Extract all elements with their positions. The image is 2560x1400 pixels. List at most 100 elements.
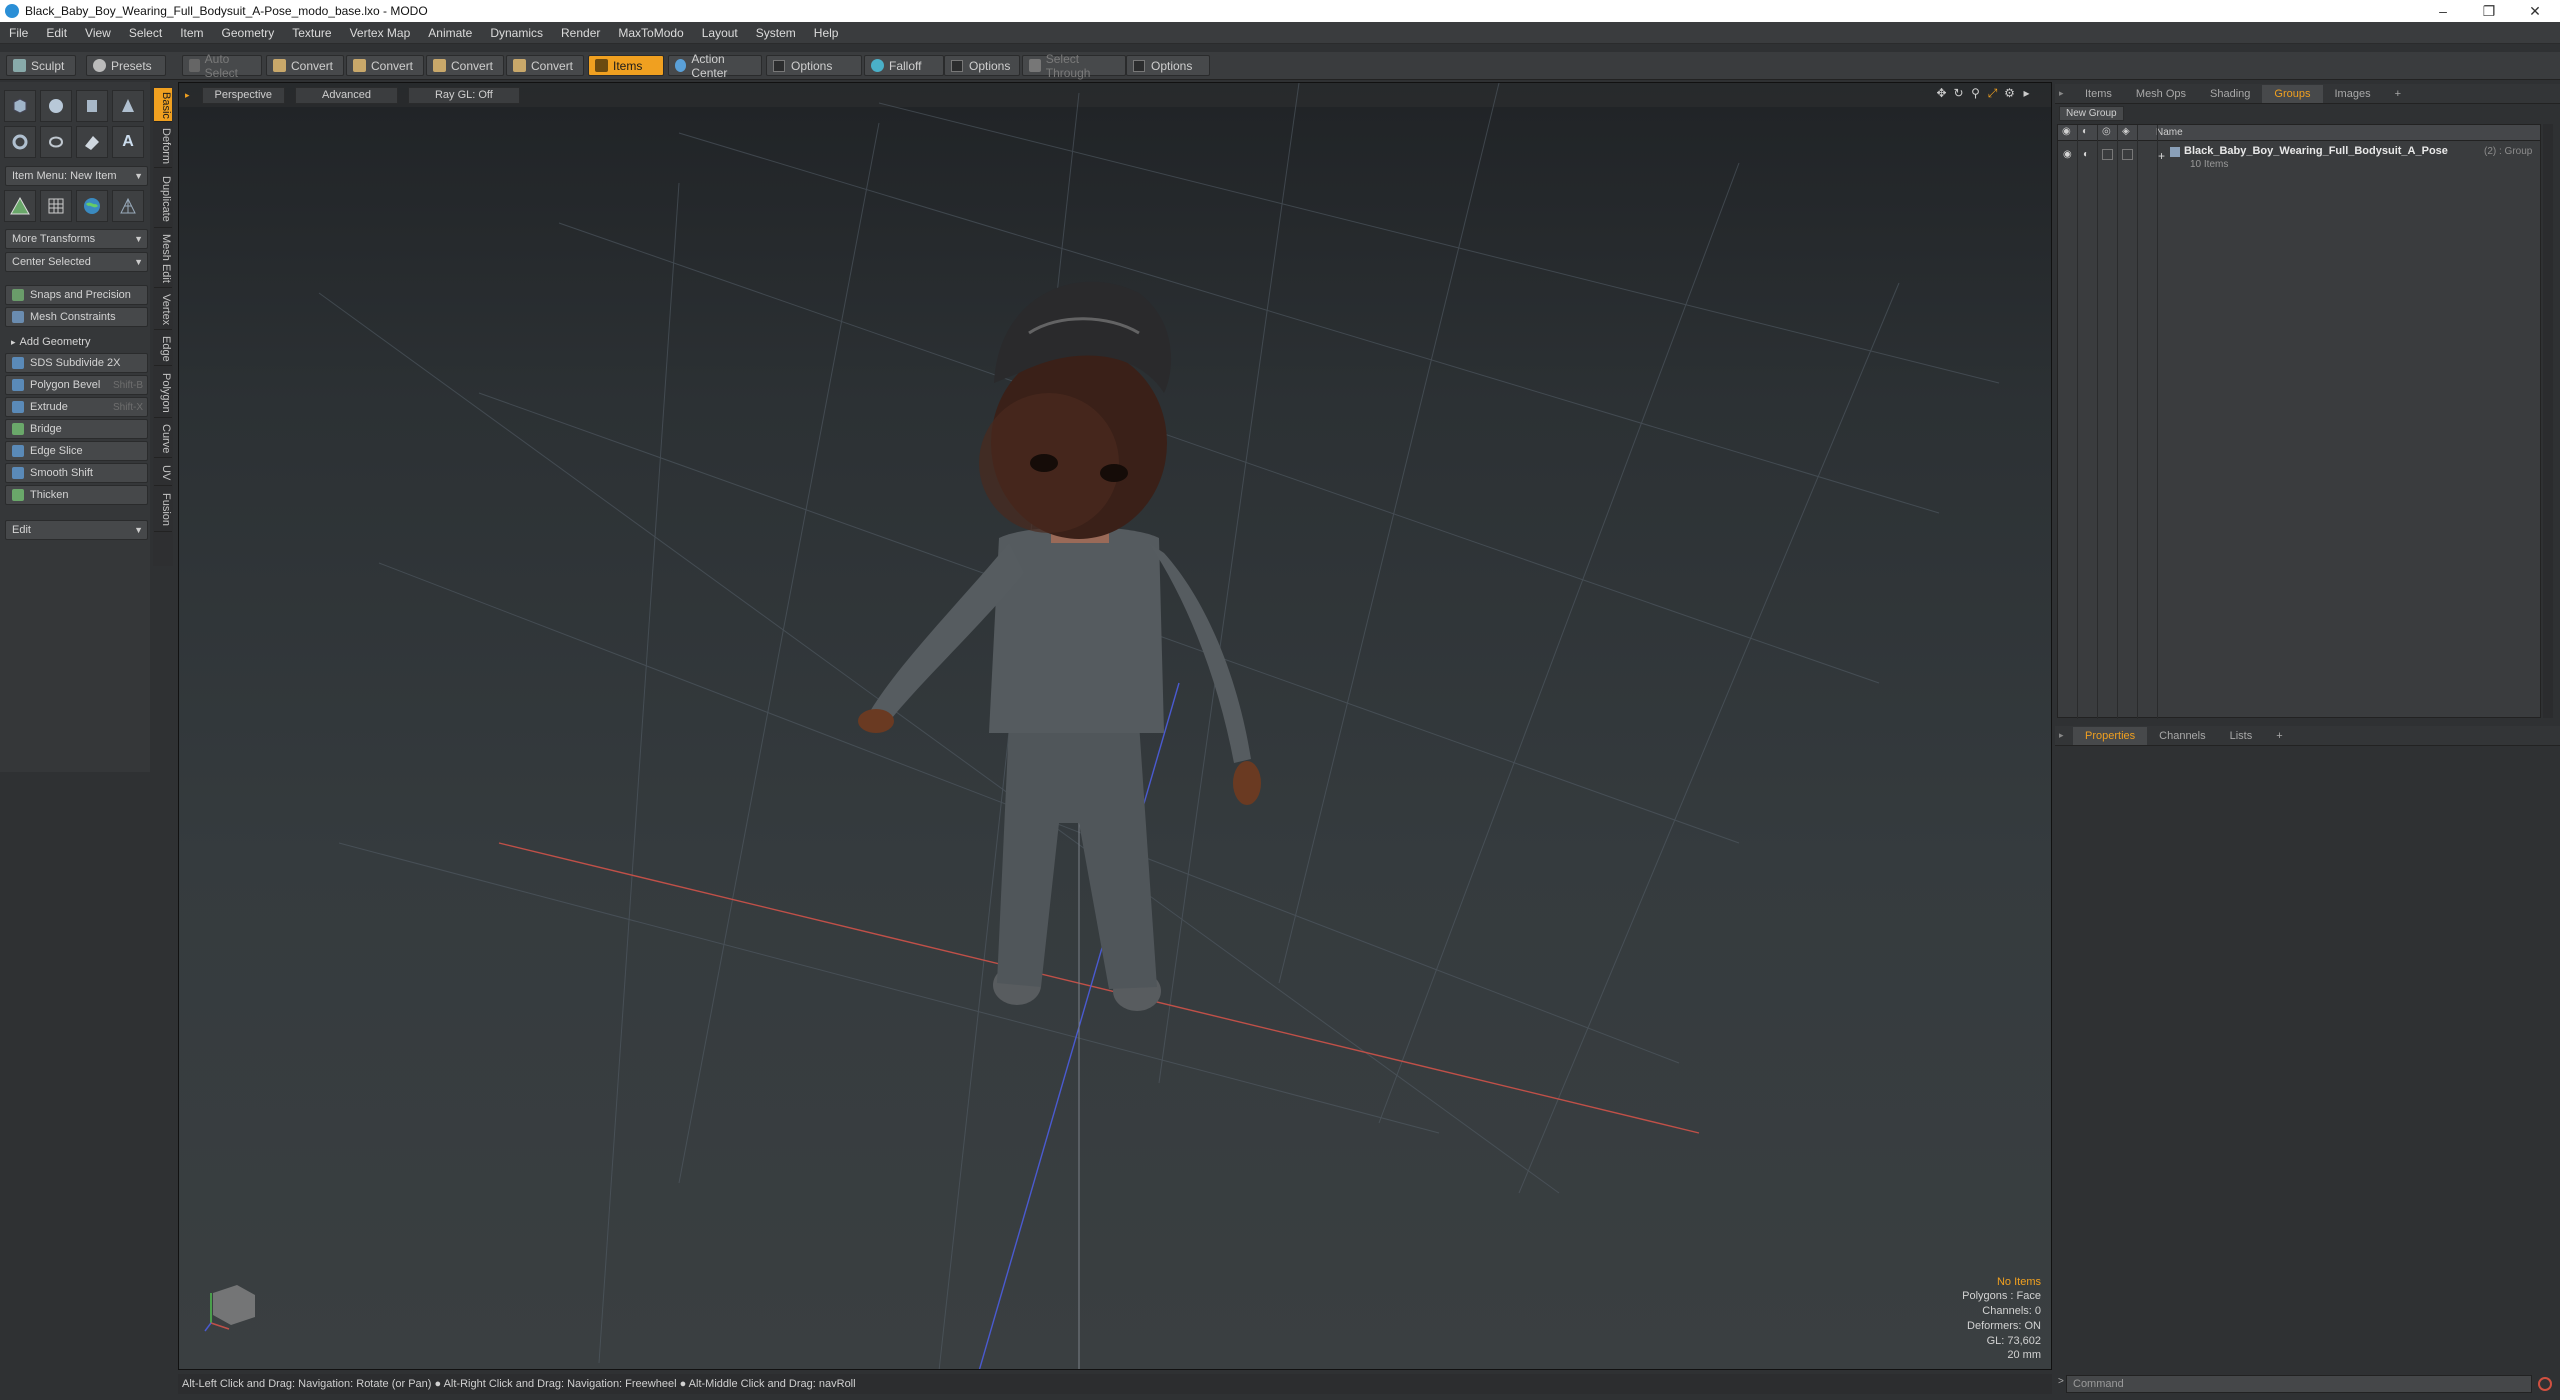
vtab-uv[interactable]: UV xyxy=(154,460,172,486)
presets-button[interactable]: Presets xyxy=(86,55,166,76)
plane-primitive-icon[interactable] xyxy=(76,126,108,158)
tab-mesh-ops[interactable]: Mesh Ops xyxy=(2124,85,2198,103)
panel-menu-icon[interactable]: ▸ xyxy=(2059,88,2073,99)
sphere-primitive-icon[interactable] xyxy=(40,90,72,122)
menu-maxtomodo[interactable]: MaxToModo xyxy=(609,26,692,40)
action-center-label: Action Center xyxy=(691,51,728,80)
menu-layout[interactable]: Layout xyxy=(693,26,747,40)
items-mode-button[interactable]: Items xyxy=(588,55,664,76)
menu-system[interactable]: System xyxy=(747,26,805,40)
cone-primitive-icon[interactable] xyxy=(112,90,144,122)
bridge-button[interactable]: Bridge xyxy=(5,419,148,439)
mesh-tool-icon[interactable] xyxy=(112,190,144,222)
torus-primitive-icon[interactable] xyxy=(4,126,36,158)
new-group-button[interactable]: New Group xyxy=(2059,106,2124,121)
tab-lists[interactable]: Lists xyxy=(2218,727,2265,745)
name-column-header[interactable]: Name xyxy=(2156,127,2183,138)
3d-viewport[interactable]: ▸ Perspective Advanced Ray GL: Off ✥ ↻ ⚲… xyxy=(178,82,2052,1370)
mesh-constraints-button[interactable]: Mesh Constraints xyxy=(5,307,148,327)
row-select-checkbox[interactable] xyxy=(2122,149,2133,160)
options-checkbox[interactable] xyxy=(773,59,785,72)
groups-scrollbar[interactable] xyxy=(2543,124,2553,718)
vtab-mesh-edit[interactable]: Mesh Edit xyxy=(154,230,172,288)
menu-geometry[interactable]: Geometry xyxy=(213,26,284,40)
edit-dropdown[interactable]: Edit ▼ xyxy=(5,520,148,540)
grid-tool-icon[interactable] xyxy=(40,190,72,222)
action-center-button[interactable]: Action Center xyxy=(668,52,762,80)
tab-channels[interactable]: Channels xyxy=(2147,727,2217,745)
more-transforms-dropdown[interactable]: More Transforms ▼ xyxy=(5,229,148,249)
menu-view[interactable]: View xyxy=(76,26,120,40)
vtab-vertex[interactable]: Vertex xyxy=(154,290,172,330)
menu-dynamics[interactable]: Dynamics xyxy=(481,26,552,40)
command-history-icon[interactable] xyxy=(2538,1377,2552,1391)
vtab-deform[interactable]: Deform xyxy=(154,124,172,168)
properties-area xyxy=(2055,748,2560,1368)
smooth-shift-button[interactable]: Smooth Shift xyxy=(5,463,148,483)
tab-properties[interactable]: Properties xyxy=(2073,726,2148,745)
vtab-duplicate[interactable]: Duplicate xyxy=(154,170,172,228)
center-selected-dropdown[interactable]: Center Selected ▼ xyxy=(5,252,148,272)
orientation-cube-icon[interactable] xyxy=(201,1273,261,1333)
tab-items[interactable]: Items xyxy=(2073,85,2124,103)
row-eye-icon[interactable]: ◉ xyxy=(2063,149,2072,160)
select-through-button[interactable]: Select Through xyxy=(1022,52,1126,80)
edge-slice-button[interactable]: Edge Slice xyxy=(5,441,148,461)
menu-item[interactable]: Item xyxy=(171,26,212,40)
tab-images[interactable]: Images xyxy=(2323,85,2383,103)
sculpt-button[interactable]: Sculpt xyxy=(6,55,76,76)
globe-tool-icon[interactable] xyxy=(76,190,108,222)
auto-select-button[interactable]: Auto Select xyxy=(182,52,262,80)
vtab-basic[interactable]: Basic xyxy=(154,88,172,122)
options-checkbox[interactable] xyxy=(1133,59,1145,72)
menu-file[interactable]: File xyxy=(0,26,37,40)
convert-vertices-button[interactable]: Convert xyxy=(266,55,344,76)
menu-texture[interactable]: Texture xyxy=(283,26,340,40)
vtab-curve[interactable]: Curve xyxy=(154,420,172,458)
minimize-icon[interactable]: – xyxy=(2420,0,2466,22)
menu-help[interactable]: Help xyxy=(805,26,848,40)
snaps-precision-button[interactable]: Snaps and Precision xyxy=(5,285,148,305)
vtab-edge[interactable]: Edge xyxy=(154,332,172,366)
row-render-icon[interactable]: ◐ xyxy=(2083,149,2089,160)
text-primitive-icon[interactable]: A xyxy=(112,126,144,158)
group-row[interactable]: ◉ ◐ + Black_Baby_Boy_Wearing_Full_Bodysu… xyxy=(2058,145,2540,175)
select-through-options-button[interactable]: Options xyxy=(1126,55,1210,76)
convert-materials-button[interactable]: Convert xyxy=(506,55,584,76)
falloff-options-button[interactable]: Options xyxy=(944,55,1020,76)
vtab-fusion[interactable]: Fusion xyxy=(154,488,172,532)
falloff-button[interactable]: Falloff xyxy=(864,55,944,76)
menu-edit[interactable]: Edit xyxy=(37,26,76,40)
options-checkbox[interactable] xyxy=(951,59,963,72)
add-geometry-section[interactable]: ▸ Add Geometry xyxy=(5,336,148,348)
tab-groups[interactable]: Groups xyxy=(2262,84,2323,103)
row-lock-checkbox[interactable] xyxy=(2102,149,2113,160)
capsule-primitive-icon[interactable] xyxy=(40,126,72,158)
baby-model[interactable] xyxy=(858,281,1261,1011)
panel-menu-icon[interactable]: ▸ xyxy=(2059,730,2073,741)
sds-subdivide-button[interactable]: SDS Subdivide 2X xyxy=(5,353,148,373)
restore-icon[interactable]: ❐ xyxy=(2466,0,2512,22)
close-icon[interactable]: ✕ xyxy=(2512,0,2558,22)
menu-select[interactable]: Select xyxy=(120,26,171,40)
action-center-options-button[interactable]: Options xyxy=(766,55,862,76)
add-tab-button[interactable]: + xyxy=(2383,85,2413,103)
menu-vertex-map[interactable]: Vertex Map xyxy=(341,26,420,40)
add-tab-button[interactable]: + xyxy=(2264,727,2294,745)
cylinder-primitive-icon[interactable] xyxy=(76,90,108,122)
extrude-button[interactable]: Extrude Shift-X xyxy=(5,397,148,417)
transform-tool-icon[interactable] xyxy=(4,190,36,222)
menu-render[interactable]: Render xyxy=(552,26,609,40)
stat-channels: Channels: 0 xyxy=(1982,1305,2041,1318)
tab-shading[interactable]: Shading xyxy=(2198,85,2262,103)
polygon-bevel-button[interactable]: Polygon Bevel Shift-B xyxy=(5,375,148,395)
expand-plus-icon[interactable]: + xyxy=(2158,149,2165,163)
thicken-button[interactable]: Thicken xyxy=(5,485,148,505)
command-input[interactable]: Command xyxy=(2066,1375,2532,1393)
cube-primitive-icon[interactable] xyxy=(4,90,36,122)
vtab-polygon[interactable]: Polygon xyxy=(154,368,172,418)
convert-edges-button[interactable]: Convert xyxy=(346,55,424,76)
menu-animate[interactable]: Animate xyxy=(419,26,481,40)
convert-polygons-button[interactable]: Convert xyxy=(426,55,504,76)
item-menu-dropdown[interactable]: Item Menu: New Item ▼ xyxy=(5,166,148,186)
